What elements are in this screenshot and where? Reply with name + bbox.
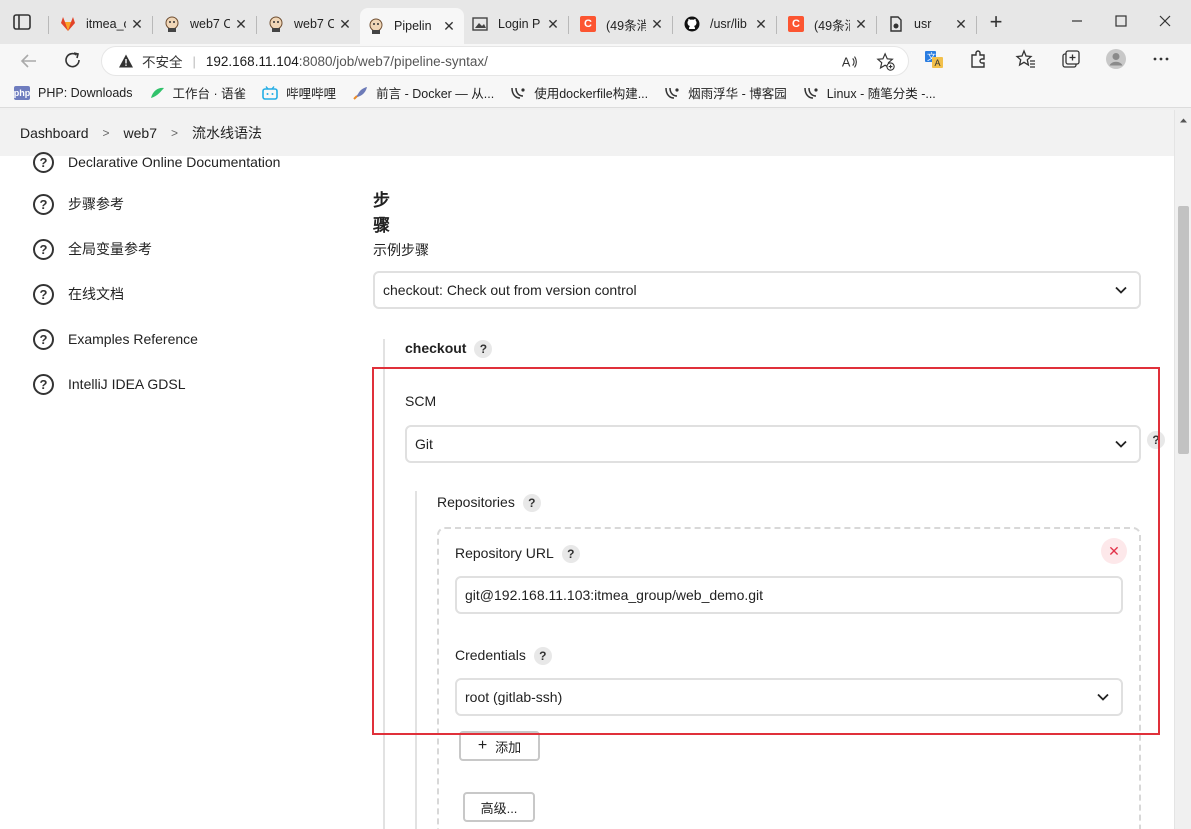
sidebar-item-declarative-docs[interactable]: ? Declarative Online Documentation xyxy=(33,150,280,174)
php-icon: php xyxy=(13,85,31,100)
cnblogs-icon xyxy=(510,86,526,100)
close-tab-icon[interactable]: ✕ xyxy=(338,16,352,33)
favorites-icon[interactable] xyxy=(1015,48,1037,70)
jenkins-icon xyxy=(268,16,284,32)
warning-icon xyxy=(119,54,133,68)
tab-strip: itmea_c ✕ web7 C ✕ web7 C ✕ Pipelin ✕ Lo… xyxy=(0,0,1191,44)
help-circle-icon: ? xyxy=(33,373,54,395)
bookmark-item[interactable]: 哔哩哔哩 xyxy=(262,83,336,102)
tab-actions-icon[interactable] xyxy=(12,12,32,32)
file-icon xyxy=(888,16,904,32)
refresh-button[interactable] xyxy=(60,48,86,74)
breadcrumb-pipeline-syntax[interactable]: 流水线语法 xyxy=(192,123,262,143)
translate-icon[interactable]: 文A xyxy=(923,48,945,70)
chevron-right-icon: > xyxy=(102,126,110,140)
collections-icon[interactable] xyxy=(1060,48,1082,70)
page-scrollbar[interactable] xyxy=(1174,110,1191,829)
chevron-right-icon: > xyxy=(170,126,178,140)
csdn-icon: C xyxy=(788,16,804,32)
close-tab-icon[interactable]: ✕ xyxy=(442,18,456,35)
browser-tab[interactable]: itmea_c ✕ xyxy=(52,8,152,40)
browser-tab[interactable]: usr ✕ xyxy=(880,8,976,40)
minimize-button[interactable] xyxy=(1062,8,1092,34)
more-menu-icon[interactable] xyxy=(1150,48,1172,70)
browser-tab[interactable]: web7 C ✕ xyxy=(156,8,256,40)
chevron-down-icon xyxy=(1115,286,1127,294)
bookmark-item[interactable]: 使用dockerfile构建... xyxy=(510,83,648,102)
plus-icon: + xyxy=(477,737,488,754)
image-icon xyxy=(472,16,488,32)
scroll-thumb[interactable] xyxy=(1178,206,1189,454)
sidebar-item-online-docs[interactable]: ? 在线文档 xyxy=(33,282,124,306)
browser-tab[interactable]: /usr/lib ✕ xyxy=(676,8,776,40)
close-tab-icon[interactable]: ✕ xyxy=(754,16,768,33)
extensions-icon[interactable] xyxy=(967,48,989,70)
close-window-button[interactable] xyxy=(1150,8,1180,34)
bookmark-item[interactable]: 烟雨浮华 - 博客园 xyxy=(664,83,787,102)
help-circle-icon: ? xyxy=(33,328,54,350)
gitlab-icon xyxy=(60,16,76,32)
csdn-icon: C xyxy=(580,16,596,32)
url-text[interactable]: 192.168.11.104:8080/job/web7/pipeline-sy… xyxy=(206,54,488,69)
browser-tab-active[interactable]: Pipelin ✕ xyxy=(360,8,464,44)
sample-step-label: 示例步骤 xyxy=(373,242,429,258)
sidebar-item-global-variables[interactable]: ? 全局变量参考 xyxy=(33,237,152,261)
sidebar-item-step-reference[interactable]: ? 步骤参考 xyxy=(33,192,124,216)
section-heading: 步骤 xyxy=(373,191,390,235)
close-tab-icon[interactable]: ✕ xyxy=(954,16,968,33)
bookmark-item[interactable]: 工作台 · 语雀 xyxy=(149,83,246,102)
close-tab-icon[interactable]: ✕ xyxy=(234,16,248,33)
sidebar-item-intellij-gdsl[interactable]: ? IntelliJ IDEA GDSL xyxy=(33,372,186,396)
close-tab-icon[interactable]: ✕ xyxy=(546,16,560,33)
rocket-icon xyxy=(352,86,368,100)
profile-avatar-icon[interactable] xyxy=(1105,48,1127,70)
cnblogs-icon xyxy=(803,86,819,100)
read-aloud-icon[interactable]: A xyxy=(840,52,860,72)
browser-tab[interactable]: web7 C ✕ xyxy=(260,8,360,40)
cnblogs-icon xyxy=(664,86,680,100)
bookmark-item[interactable]: Linux - 随笔分类 -... xyxy=(803,83,936,102)
jenkins-icon xyxy=(368,18,384,34)
browser-toolbar: 不安全 | 192.168.11.104:8080/job/web7/pipel… xyxy=(0,44,1191,78)
help-circle-icon: ? xyxy=(33,151,54,173)
checkout-label: checkout? xyxy=(405,340,493,359)
maximize-button[interactable] xyxy=(1106,8,1136,34)
address-bar[interactable]: 不安全 | 192.168.11.104:8080/job/web7/pipel… xyxy=(101,46,909,76)
svg-text:A: A xyxy=(935,58,941,68)
insecure-label: 不安全 xyxy=(142,55,183,70)
add-credentials-button[interactable]: + 添加 xyxy=(459,731,540,761)
scroll-up-arrow-icon[interactable] xyxy=(1179,116,1188,125)
advanced-button[interactable]: 高级... xyxy=(463,792,535,822)
add-favorite-icon[interactable] xyxy=(876,52,896,72)
close-tab-icon[interactable]: ✕ xyxy=(130,16,144,33)
close-tab-icon[interactable]: ✕ xyxy=(650,16,664,33)
help-circle-icon: ? xyxy=(33,238,54,260)
svg-text:A: A xyxy=(842,55,851,70)
back-button[interactable] xyxy=(16,48,42,74)
help-circle-icon: ? xyxy=(33,283,54,305)
new-tab-button[interactable]: + xyxy=(985,11,1007,34)
yuque-icon xyxy=(149,86,165,100)
breadcrumb-web7[interactable]: web7 xyxy=(124,125,157,141)
sample-step-select[interactable]: checkout: Check out from version control xyxy=(373,271,1141,309)
sidebar-item-examples-reference[interactable]: ? Examples Reference xyxy=(33,327,198,351)
bookmark-item[interactable]: php PHP: Downloads xyxy=(13,85,133,100)
bookmarks-bar: php PHP: Downloads 工作台 · 语雀 哔哩哔哩 前言 - Do… xyxy=(0,78,1191,108)
close-tab-icon[interactable]: ✕ xyxy=(854,16,868,33)
browser-tab[interactable]: C (49条消 ✕ xyxy=(572,8,672,40)
bookmark-item[interactable]: 前言 - Docker — 从... xyxy=(352,83,494,102)
browser-tab[interactable]: Login P ✕ xyxy=(464,8,568,40)
highlight-annotation xyxy=(372,367,1160,735)
jenkins-icon xyxy=(164,16,180,32)
breadcrumb-dashboard[interactable]: Dashboard xyxy=(20,125,89,141)
help-icon[interactable]: ? xyxy=(474,340,493,359)
browser-tab[interactable]: C (49条消 ✕ xyxy=(780,8,876,40)
help-circle-icon: ? xyxy=(33,193,54,215)
github-icon xyxy=(684,16,700,32)
bilibili-icon xyxy=(262,85,278,100)
